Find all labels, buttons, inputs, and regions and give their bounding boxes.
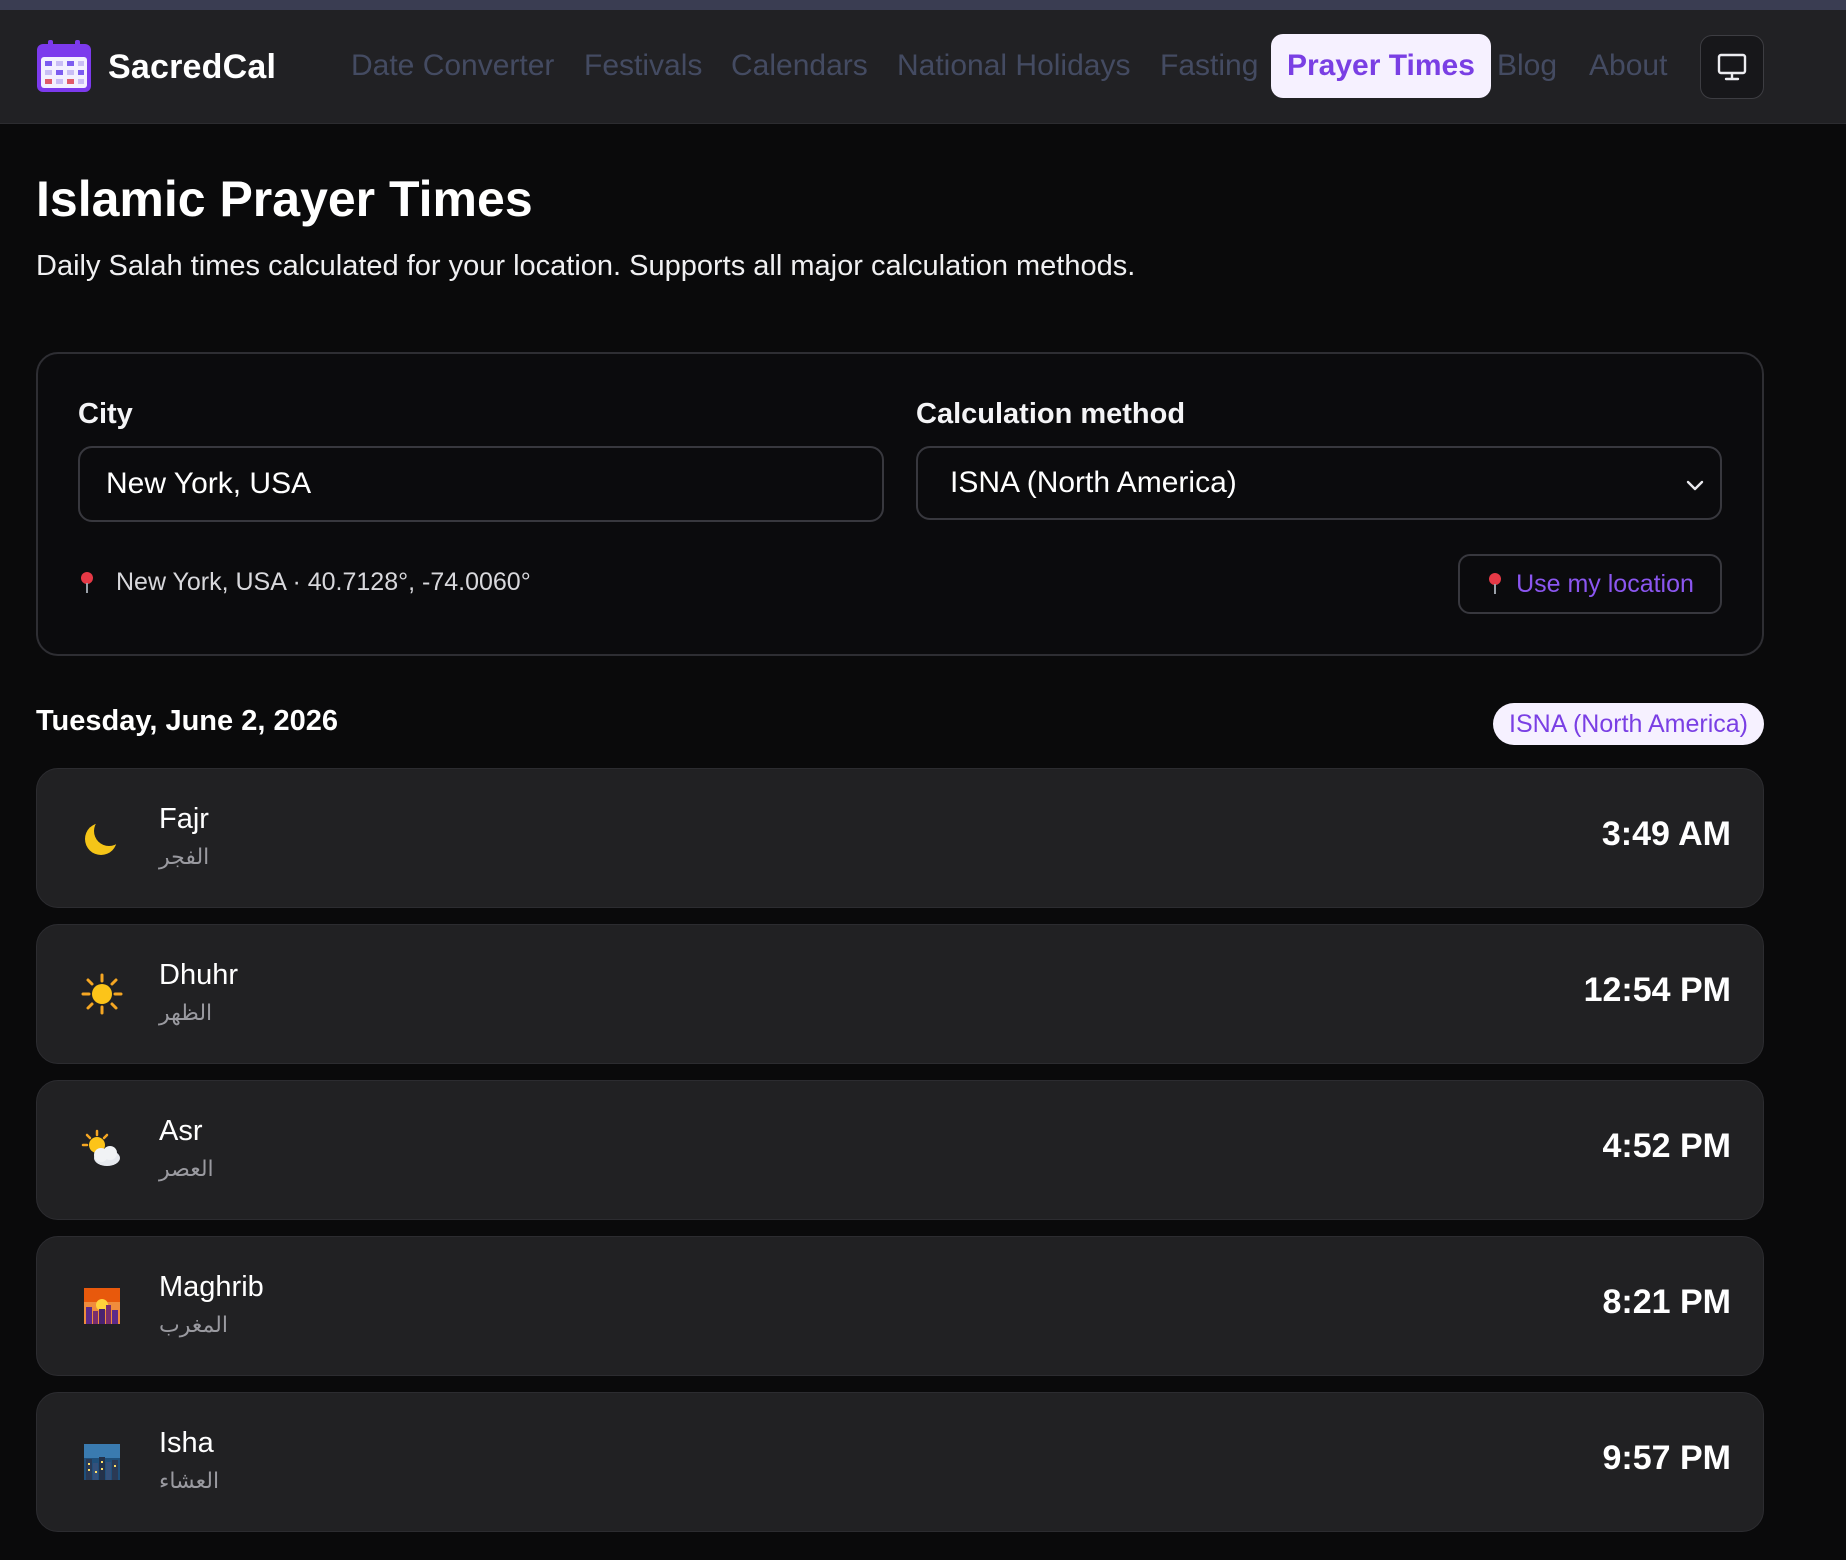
prayer-row-dhuhr: Dhuhr الظهر 12:54 PM	[36, 924, 1764, 1064]
nav-date-converter[interactable]: Date Converter	[351, 34, 554, 98]
resolved-location: New York, USA · 40.7128°, -74.0060°	[78, 568, 531, 597]
prayer-arabic-name: الظهر	[159, 1001, 213, 1026]
prayer-time: 8:21 PM	[1602, 1283, 1732, 1321]
chevron-down-icon	[1686, 480, 1704, 491]
nav-fasting[interactable]: Fasting	[1160, 34, 1258, 98]
site-header: SacredCal Date Converter Festivals Calen…	[0, 10, 1846, 124]
prayer-arabic-name: العشاء	[159, 1469, 220, 1494]
location-settings-card: City Calculation method ISNA (North Amer…	[36, 352, 1764, 656]
nav-festivals[interactable]: Festivals	[584, 34, 702, 98]
prayer-row-maghrib: Maghrib المغرب 8:21 PM	[36, 1236, 1764, 1376]
prayer-name: Asr	[159, 1115, 203, 1147]
display-toggle-button[interactable]	[1700, 35, 1764, 99]
sun-behind-cloud-icon	[81, 1129, 120, 1166]
sun-icon	[81, 973, 123, 1015]
page-subtitle: Daily Salah times calculated for your lo…	[36, 250, 1136, 282]
method-label: Calculation method	[916, 398, 1186, 430]
prayer-time: 12:54 PM	[1583, 971, 1731, 1009]
use-my-location-button[interactable]: Use my location	[1458, 554, 1722, 614]
brand-name: SacredCal	[108, 47, 277, 86]
prayer-name: Isha	[159, 1427, 214, 1459]
prayer-row-asr: Asr العصر 4:52 PM	[36, 1080, 1764, 1220]
monitor-icon	[1717, 53, 1747, 81]
schedule-date: Tuesday, June 2, 2026	[36, 705, 338, 737]
prayer-arabic-name: الفجر	[159, 845, 210, 870]
nav-prayer-times[interactable]: Prayer Times	[1271, 34, 1491, 98]
prayer-name: Dhuhr	[159, 959, 238, 991]
crescent-moon-icon	[85, 823, 117, 855]
prayer-arabic-name: العصر	[159, 1157, 214, 1182]
nav-calendars[interactable]: Calendars	[731, 34, 868, 98]
city-label: City	[78, 398, 133, 430]
nav-blog[interactable]: Blog	[1497, 34, 1557, 98]
prayer-time: 4:52 PM	[1602, 1127, 1732, 1165]
prayer-name: Maghrib	[159, 1271, 264, 1303]
top-accent-strip	[0, 0, 1846, 10]
location-coordinates-text: New York, USA · 40.7128°, -74.0060°	[116, 568, 531, 596]
prayer-time: 3:49 AM	[1601, 815, 1731, 853]
nav-national-holidays[interactable]: National Holidays	[897, 34, 1130, 98]
prayer-arabic-name: المغرب	[159, 1313, 228, 1338]
calendar-icon	[37, 40, 91, 92]
city-input[interactable]	[78, 446, 884, 522]
method-badge: ISNA (North America)	[1493, 703, 1764, 745]
night-city-icon	[84, 1444, 120, 1480]
method-select[interactable]: ISNA (North America)	[916, 446, 1722, 520]
sunset-city-icon	[84, 1288, 120, 1324]
use-my-location-label: Use my location	[1516, 569, 1694, 598]
prayer-row-isha: Isha العشاء 9:57 PM	[36, 1392, 1764, 1532]
prayer-time: 9:57 PM	[1602, 1439, 1732, 1477]
page-title: Islamic Prayer Times	[36, 171, 533, 227]
method-select-value: ISNA (North America)	[950, 466, 1237, 499]
nav-about[interactable]: About	[1589, 34, 1667, 98]
map-pin-icon	[81, 571, 93, 593]
map-pin-icon	[1489, 573, 1502, 594]
prayer-name: Fajr	[159, 803, 209, 835]
prayer-row-fajr: Fajr الفجر 3:49 AM	[36, 768, 1764, 908]
brand-logo[interactable]: SacredCal	[36, 40, 276, 94]
